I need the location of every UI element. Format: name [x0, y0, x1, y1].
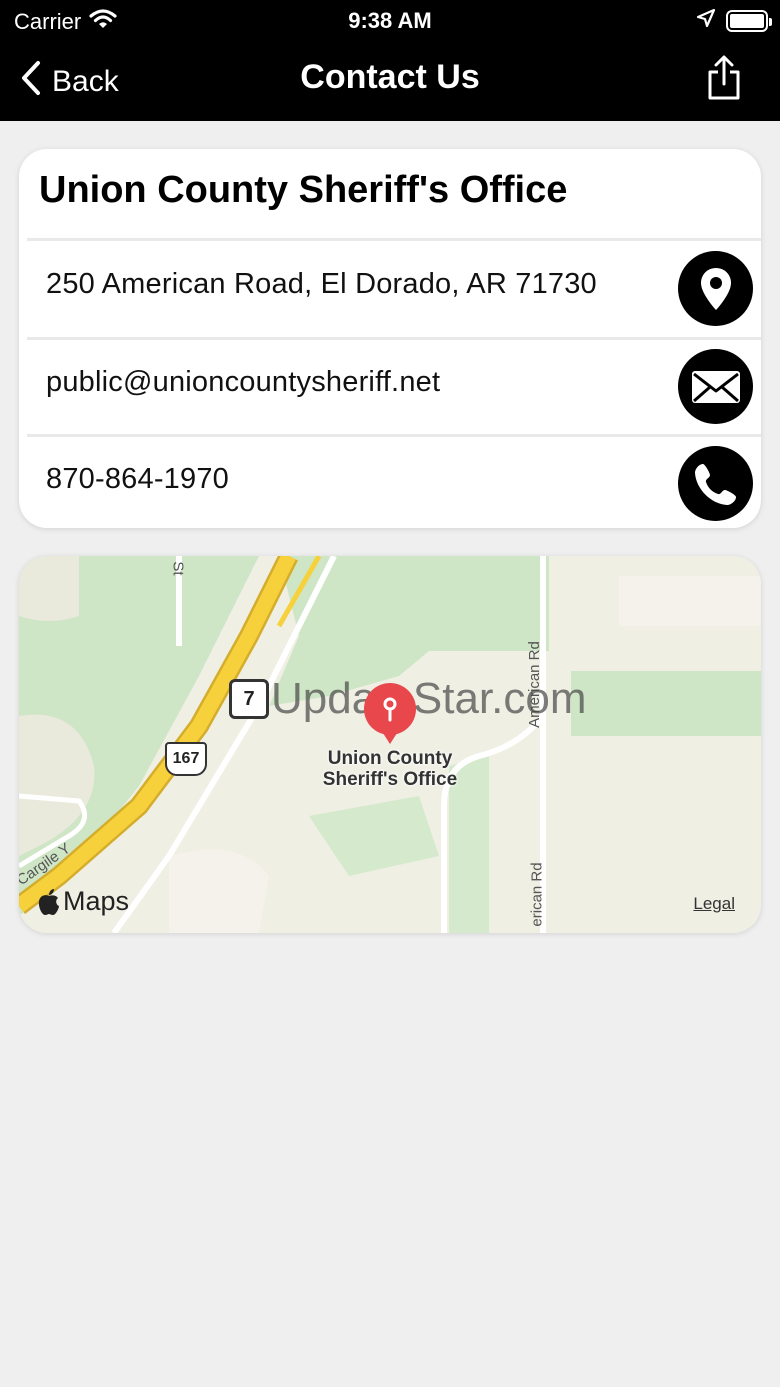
apple-icon — [38, 888, 59, 915]
share-button[interactable] — [706, 54, 742, 107]
map-view[interactable]: St American Rd erican Rd Cargile Y 167 7… — [19, 556, 761, 933]
phone-row[interactable]: 870-864-1970 — [19, 436, 761, 528]
legal-link[interactable]: Legal — [693, 894, 735, 914]
map-place-label: Union County Sheriff's Office — [19, 748, 761, 790]
maps-brand-text: Maps — [63, 886, 130, 916]
envelope-icon — [678, 349, 753, 424]
page-title: Contact Us — [300, 58, 480, 96]
watermark-text: UpdateStar.com — [271, 674, 587, 723]
share-icon — [708, 55, 740, 100]
route-7-shield: 7 — [229, 679, 269, 719]
nav-bar: Back Contact Us — [0, 40, 780, 121]
status-right — [696, 8, 772, 33]
address-text: 250 American Road, El Dorado, AR 71730 — [46, 268, 597, 300]
phone-text: 870-864-1970 — [46, 463, 229, 495]
battery-icon — [726, 9, 772, 32]
map-marker-icon — [364, 683, 416, 744]
status-bar: Carrier 9:38 AM — [0, 0, 780, 40]
address-row[interactable]: 250 American Road, El Dorado, AR 71730 — [19, 241, 761, 335]
header: Carrier 9:38 AM Back Contact Us — [0, 0, 780, 121]
map-pin-icon — [678, 251, 753, 326]
location-pin[interactable] — [363, 682, 417, 749]
office-name: Union County Sheriff's Office — [39, 169, 568, 211]
contact-card: Union County Sheriff's Office 250 Americ… — [19, 149, 761, 528]
maps-logo: Maps — [37, 886, 129, 917]
map-label-line2: Sheriff's Office — [322, 769, 458, 790]
road-label-st: St — [169, 561, 187, 576]
phone-icon — [678, 446, 753, 521]
map-label-line1: Union County — [327, 748, 453, 769]
road-label-american-2: erican Rd — [528, 862, 546, 927]
email-row[interactable]: public@unioncountysheriff.net — [19, 339, 761, 433]
location-arrow-icon — [696, 8, 716, 33]
email-text: public@unioncountysheriff.net — [46, 366, 441, 398]
status-time: 9:38 AM — [348, 8, 432, 33]
